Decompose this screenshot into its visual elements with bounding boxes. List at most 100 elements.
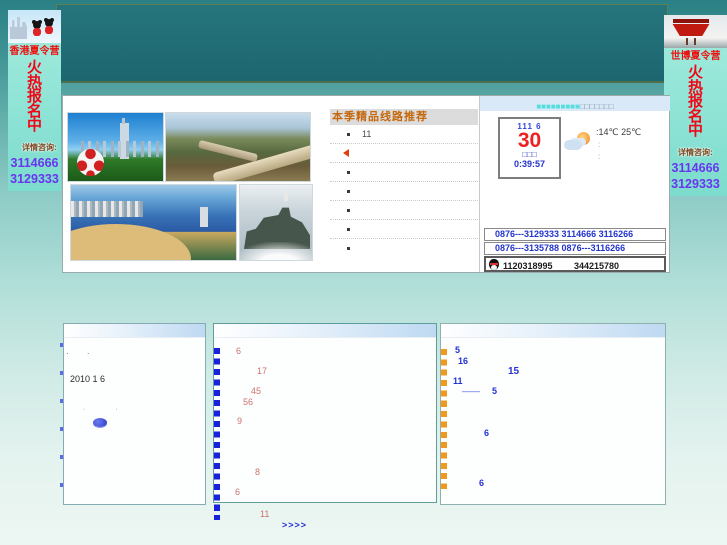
weather-line2: : (598, 140, 601, 149)
weather-line3: : (598, 152, 601, 161)
coast-buildings-icon (71, 201, 143, 217)
right-consult-row: 详情咨询: (664, 142, 727, 160)
lighthouse-icon (284, 191, 288, 201)
left-consult-row: 详情咨询: (8, 137, 61, 155)
panel3-link[interactable]: 5 (455, 345, 460, 355)
panel3-link[interactable]: 16 (458, 356, 468, 366)
marquee-filled-blocks: ■■■■■■■■■ (536, 102, 580, 111)
main-content-panel: 本季精品线路推荐 11 ■■■■■■■■■□□□□□□□ 111 6 30 □□… (62, 95, 670, 273)
cloud-sun-icon (564, 132, 592, 150)
tower-spire-icon (122, 118, 125, 124)
panel3-link[interactable]: 15 (508, 366, 519, 377)
bottom-panel-hot-lines (440, 323, 666, 505)
calendar-clock: 0:39:57 (513, 159, 546, 169)
blue-blob-icon[interactable] (93, 418, 107, 427)
panel2-link[interactable]: 17 (257, 366, 267, 376)
marquee-strip: ■■■■■■■■■□□□□□□□ (480, 96, 670, 111)
calendar-widget: 111 6 30 □□□ 0:39:57 (498, 117, 561, 179)
more-link[interactable]: >>>> (282, 520, 307, 530)
panel2-link[interactable]: 11 (260, 509, 269, 519)
wall-path-icon (197, 139, 259, 163)
header-banner (56, 4, 668, 83)
bullet-icon (347, 247, 350, 250)
panel2-link[interactable]: 6 (236, 346, 241, 356)
panel3-header (441, 324, 665, 338)
panel1-header (64, 324, 205, 338)
red-arrow-icon (343, 149, 349, 157)
panel2-link[interactable]: 6 (235, 487, 240, 497)
panel3-link[interactable]: 5 (492, 386, 497, 396)
route-item[interactable] (330, 144, 478, 163)
panel2-link[interactable]: 8 (255, 467, 260, 477)
contact-phone-row-2: 0876---3135788 0876---3116266 (484, 242, 666, 255)
fortress-photo[interactable] (239, 184, 313, 261)
castle-icon (10, 17, 27, 39)
right-camp-title: 世博夏令营 (670, 51, 721, 62)
routes-title: 本季精品线路推荐 (330, 109, 478, 125)
panel3-link[interactable]: 6 (484, 428, 489, 438)
panel2-link[interactable]: 9 (237, 416, 242, 426)
vertical-divider (479, 96, 480, 272)
bullet-icon (347, 228, 350, 231)
consult-label: 详情咨询: (22, 142, 57, 152)
left-camp-title: 香港夏令营 (9, 46, 60, 57)
beach-photo[interactable] (70, 184, 237, 261)
qq-number-1: 1120318995 (503, 261, 553, 271)
panel3-bullet-column (441, 349, 447, 489)
route-item[interactable] (330, 201, 478, 220)
route-item[interactable] (330, 182, 478, 201)
panel3-link[interactable]: 11 (453, 376, 463, 386)
temperature-text: :14℃ 25℃ (596, 127, 642, 137)
cloud-mist-icon (240, 242, 312, 260)
sand-beach-icon (71, 224, 191, 260)
qq-number-2: 344215780 (574, 261, 620, 271)
great-wall-photo[interactable] (165, 112, 311, 182)
left-phone-1: 3114666 (10, 155, 59, 170)
graduate-icon (10, 137, 22, 153)
pavilion-legs-icon (686, 38, 696, 45)
panel3-dash: —— (462, 386, 480, 396)
mickey-banner-image[interactable] (8, 10, 61, 43)
calendar-weekday: □□□ (522, 150, 537, 159)
bullet-icon (347, 209, 350, 212)
marquee-empty-blocks: □□□□□□□ (579, 102, 614, 111)
right-phone-2: 3129333 (671, 176, 720, 191)
expo-banner-image[interactable] (664, 15, 727, 48)
panel2-link[interactable]: 56 (243, 397, 253, 407)
right-hot-text: 火 热 报 名 中 (687, 64, 703, 139)
route-item[interactable] (330, 239, 478, 258)
left-ad-banner[interactable]: 香港夏令营 火 热 报 名 中 详情咨询: 3114666 3129333 (8, 10, 61, 191)
bottom-panel-routes-list (213, 323, 437, 503)
football-sculpture-icon (77, 149, 104, 176)
route-item-label: 11 (362, 129, 372, 139)
right-phone-1: 3114666 (671, 160, 720, 175)
route-item[interactable]: 11 (330, 125, 478, 144)
bullet-icon (347, 190, 350, 193)
panel1-date[interactable]: 2010 1 6 (70, 374, 105, 384)
routes-panel: 本季精品线路推荐 11 (330, 109, 478, 258)
bullet-icon (347, 133, 350, 136)
minnie-icon (33, 21, 41, 36)
panel2-link[interactable]: 45 (251, 386, 261, 396)
left-hot-text: 火 热 报 名 中 (26, 59, 42, 134)
travel-site-page: 香港夏令营 火 热 报 名 中 详情咨询: 3114666 3129333 世博… (0, 0, 727, 545)
bullet-icon (347, 171, 350, 174)
route-item[interactable] (330, 163, 478, 182)
panel2-header (214, 324, 436, 338)
mickey-icon (45, 19, 53, 34)
panel1-dots-2: · · (83, 406, 132, 413)
qq-penguin-icon (489, 259, 499, 270)
city-photo[interactable] (67, 112, 164, 182)
pavilion-roof-icon (673, 19, 709, 23)
panel1-tick-column (60, 343, 63, 489)
qq-contact-row: 1120318995 344215780 (484, 256, 666, 272)
calendar-day-number: 30 (517, 129, 542, 152)
route-item[interactable] (330, 220, 478, 239)
consult-label: 详情咨询: (678, 147, 713, 157)
panel1-dots: · · (66, 349, 98, 358)
panel2-bullet-column (214, 348, 220, 520)
right-ad-banner[interactable]: 世博夏令营 火 热 报 名 中 详情咨询: 3114666 3129333 (664, 15, 727, 196)
panel3-link[interactable]: 6 (479, 478, 484, 488)
left-phone-2: 3129333 (10, 171, 59, 186)
expo-pavilion-icon (672, 24, 710, 36)
